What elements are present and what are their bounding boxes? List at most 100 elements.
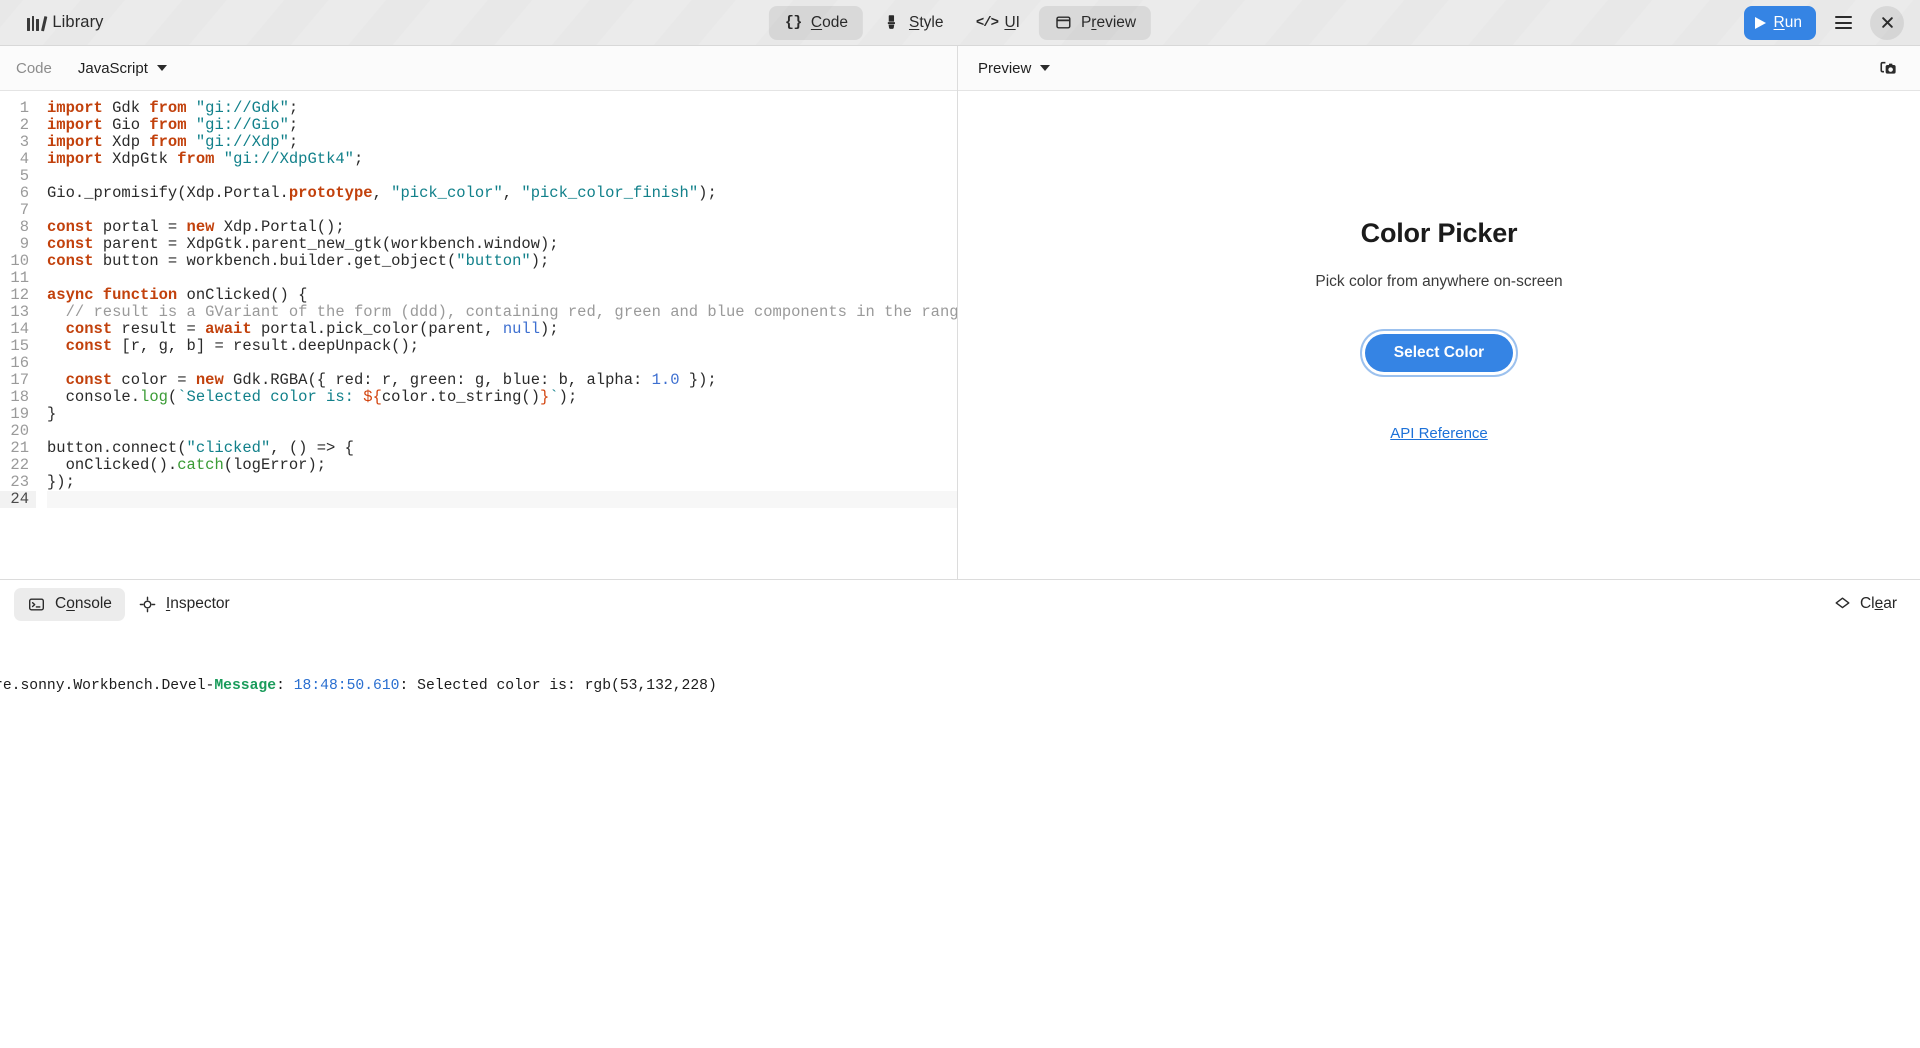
line-number: 1 [19, 99, 29, 117]
code-line: import Xdp from "gi://Xdp"; [47, 133, 299, 151]
tab-inspector-label: Inspector [165, 595, 230, 612]
code-braces-icon: {} [784, 14, 803, 31]
line-number: 5 [19, 167, 29, 185]
code-line: import Gdk from "gi://Gdk"; [47, 100, 299, 117]
workbench-window: Library {} Code Style </> UI Preview Run… [0, 0, 1920, 1048]
clear-console-button[interactable]: Clear [1824, 590, 1906, 619]
code-editor[interactable]: 1 2 3 4 5 6 7 8 9 10 11 12 13 14 15 16 17 18 19 20 21 22 23 24 … [0, 91, 957, 579]
chevron-down-icon [1040, 65, 1051, 71]
header-right: Run [1743, 5, 1910, 40]
main-split: Code JavaScript 1 2 3 4 5 6 7 8 9 10 11 12 13 14 15 16 1… [0, 46, 1920, 579]
code-pane: Code JavaScript 1 2 3 4 5 6 7 8 9 10 11 12 13 14 15 16 1… [0, 46, 958, 579]
main-menu-button[interactable] [1826, 6, 1860, 40]
library-label: Library [52, 13, 104, 31]
close-icon [1878, 13, 1897, 32]
tab-console[interactable]: Console [14, 587, 125, 621]
crosshair-icon [138, 595, 157, 614]
tab-console-label: Console [55, 595, 112, 612]
line-number: 7 [19, 201, 29, 219]
tab-preview-label: Preview [1080, 13, 1137, 31]
log-sep-1: : [276, 678, 294, 694]
code-line: }); [47, 473, 75, 491]
books-icon [27, 15, 47, 31]
run-button[interactable]: Run [1743, 5, 1816, 40]
console-tab-bar: Console Inspector Clear [0, 580, 1920, 628]
line-number: 22 [10, 456, 29, 474]
line-number: 24 [0, 491, 36, 508]
line-number: 16 [10, 354, 29, 372]
preview-body: Color Picker Pick color from anywhere on… [958, 91, 1920, 579]
view-tab-group: {} Code Style </> UI Preview [768, 5, 1152, 40]
log-timestamp: 18:48:50.610 [293, 678, 400, 694]
code-toolbar-label: Code [16, 59, 52, 77]
window-icon [1054, 13, 1073, 32]
library-button[interactable]: Library [19, 8, 112, 37]
preview-dropdown-value: Preview [978, 59, 1032, 77]
code-line: const button = workbench.builder.get_obj… [47, 252, 550, 270]
code-line: const color = new Gdk.RGBA({ red: r, gre… [65, 371, 717, 389]
line-number: 23 [10, 473, 29, 491]
log-message: Selected color is: rgb(53,132,228) [417, 678, 717, 694]
tab-code[interactable]: {} Code [768, 5, 863, 40]
screenshot-button[interactable] [1872, 52, 1904, 84]
header-left: Library [10, 8, 112, 37]
line-number-gutter: 1 2 3 4 5 6 7 8 9 10 11 12 13 14 15 16 17 18 19 20 21 22 23 24 [0, 100, 36, 579]
hamburger-menu-icon [1834, 16, 1852, 29]
clear-console-label: Clear [1859, 595, 1897, 612]
line-number: 2 [19, 116, 29, 134]
screenshot-camera-icon [1879, 59, 1898, 78]
language-dropdown-value: JavaScript [77, 59, 148, 77]
close-window-button[interactable] [1870, 5, 1904, 40]
preview-dropdown[interactable]: Preview [974, 57, 1054, 80]
code-line: Gio._promisify(Xdp.Portal.prototype, "pi… [47, 184, 717, 202]
console-output[interactable]: re.sonny.Workbench.Devel-Message: 18:48:… [0, 628, 1920, 1048]
line-number: 9 [19, 235, 29, 253]
console-log-line: re.sonny.Workbench.Devel-Message: 18:48:… [0, 676, 1920, 696]
chevron-down-icon [156, 65, 167, 71]
line-number: 10 [10, 252, 29, 270]
line-number: 4 [19, 150, 29, 168]
preview-toolbar: Preview [958, 46, 1920, 91]
tab-ui[interactable]: </> UI [962, 6, 1035, 40]
line-number: 8 [19, 218, 29, 236]
code-line: const parent = XdpGtk.parent_new_gtk(wor… [47, 235, 559, 253]
code-text-area[interactable]: import Gdk from "gi://Gdk"; import Gio fr… [36, 100, 957, 579]
language-dropdown[interactable]: JavaScript [74, 57, 171, 80]
paintbrush-icon [882, 13, 901, 32]
preview-title: Color Picker [1360, 218, 1518, 248]
line-number: 20 [10, 422, 29, 440]
code-line [47, 491, 957, 508]
code-toolbar: Code JavaScript [0, 46, 957, 91]
preview-subtitle: Pick color from anywhere on-screen [1315, 273, 1563, 290]
select-color-focus-ring: Select Color [1360, 329, 1518, 377]
terminal-icon [27, 595, 46, 614]
tab-inspector[interactable]: Inspector [125, 588, 243, 621]
code-line: button.connect("clicked", () => { [47, 439, 354, 457]
code-line: const portal = new Xdp.Portal(); [47, 218, 345, 236]
log-level: Message [214, 678, 277, 694]
line-number: 3 [19, 133, 29, 151]
code-line: const [r, g, b] = result.deepUnpack(); [65, 337, 420, 355]
code-line: import Gio from "gi://Gio"; [47, 116, 299, 134]
code-line: async function onClicked() { [47, 286, 308, 304]
line-number: 18 [10, 388, 29, 406]
log-sep-2: : [399, 678, 418, 694]
line-number: 15 [10, 337, 29, 355]
header-bar: Library {} Code Style </> UI Preview Run [0, 0, 1920, 46]
code-line: // result is a GVariant of the form (ddd… [47, 303, 957, 321]
line-number: 13 [10, 303, 29, 321]
line-number: 12 [10, 286, 29, 304]
play-icon [1754, 16, 1766, 29]
tab-code-label: Code [810, 13, 848, 31]
eraser-icon [1833, 595, 1852, 614]
tab-style[interactable]: Style [867, 6, 958, 40]
line-number: 14 [10, 320, 29, 338]
api-reference-link[interactable]: API Reference [1390, 425, 1488, 442]
line-number: 11 [10, 269, 29, 287]
select-color-button[interactable]: Select Color [1365, 334, 1513, 372]
tab-preview[interactable]: Preview [1038, 5, 1152, 40]
